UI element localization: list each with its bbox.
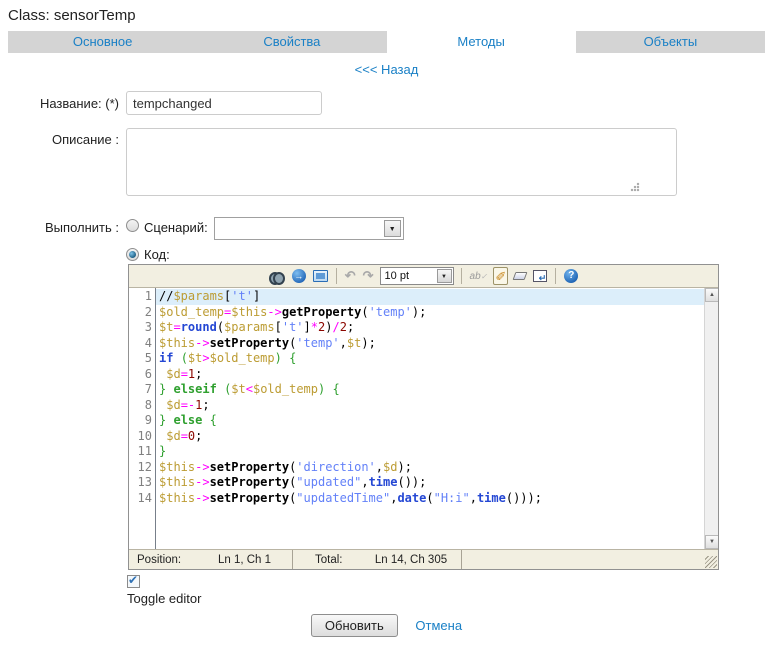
page: Class: sensorTemp ОсновноеСвойстваМетоды… xyxy=(0,0,773,653)
scroll-up-icon[interactable]: ▲ xyxy=(705,288,718,302)
line-number: 9 xyxy=(129,413,152,429)
line-number: 7 xyxy=(129,382,152,398)
highlight-icon[interactable]: ✐ xyxy=(493,267,508,285)
code-line[interactable]: $d=-1; xyxy=(159,398,718,414)
font-size-select[interactable]: 10 pt ▼ xyxy=(380,267,454,285)
code-line[interactable]: $d=1; xyxy=(159,367,718,383)
page-title: Class: sensorTemp xyxy=(8,7,136,24)
help-icon[interactable]: ? xyxy=(563,267,579,285)
total-label: Total: xyxy=(293,554,361,566)
line-number: 8 xyxy=(129,398,152,414)
code-line[interactable]: $t=round($params['t']*2)/2; xyxy=(159,320,718,336)
execute-label: Выполнить : xyxy=(0,217,126,240)
toolbar-separator xyxy=(336,268,337,284)
cancel-link[interactable]: Отмена xyxy=(415,618,462,633)
undo-icon[interactable]: ↶ xyxy=(344,267,357,285)
tab-3[interactable]: Методы xyxy=(387,31,576,53)
editor-toolbar: → ↶ ↷ 10 pt ▼ ab ✐ ? xyxy=(129,265,718,288)
description-textarea[interactable] xyxy=(126,128,677,196)
textarea-resize-grip[interactable] xyxy=(630,182,640,192)
font-size-dropdown-arrow-icon[interactable]: ▼ xyxy=(437,269,452,283)
toolbar-separator xyxy=(555,268,556,284)
code-lines[interactable]: //$params['t']$old_temp=$this->getProper… xyxy=(156,288,718,549)
redo-icon[interactable]: ↷ xyxy=(362,267,375,285)
code-editor: → ↶ ↷ 10 pt ▼ ab ✐ ? 1234567891011121314… xyxy=(128,264,719,570)
code-line[interactable]: } elseif ($t<$old_temp) { xyxy=(159,382,718,398)
spacer xyxy=(0,246,126,262)
back-link-row: <<< Назад xyxy=(0,62,773,77)
scenario-label: Сценарий: xyxy=(144,217,208,240)
scenario-select[interactable]: ▼ xyxy=(214,217,404,240)
code-line[interactable]: $this->setProperty('temp',$t); xyxy=(159,336,718,352)
code-line[interactable]: //$params['t'] xyxy=(156,289,718,305)
toggle-editor-label: Toggle editor xyxy=(127,591,201,606)
code-line[interactable]: if ($t>$old_temp) { xyxy=(159,351,718,367)
scenario-radio[interactable] xyxy=(126,219,139,232)
line-number: 4 xyxy=(129,336,152,352)
word-wrap-icon[interactable] xyxy=(532,267,548,285)
footer-actions: Обновить Отмена xyxy=(0,614,773,637)
back-link[interactable]: <<< Назад xyxy=(355,62,419,77)
update-button[interactable]: Обновить xyxy=(311,614,398,637)
code-line[interactable]: $this->setProperty("updated",time()); xyxy=(159,475,718,491)
tab-2[interactable]: Свойства xyxy=(197,31,386,53)
goto-line-icon[interactable]: → xyxy=(291,267,307,285)
editor-status-bar: Position: Ln 1, Ch 1 Total: Ln 14, Ch 30… xyxy=(129,549,718,569)
description-label: Описание : xyxy=(0,128,126,196)
total-value: Ln 14, Ch 305 xyxy=(361,554,461,566)
toolbar-separator xyxy=(461,268,462,284)
code-line[interactable]: $this->setProperty("updatedTime",date("H… xyxy=(159,491,718,507)
code-line[interactable]: } else { xyxy=(159,413,718,429)
name-input[interactable] xyxy=(126,91,322,115)
tab-bar: ОсновноеСвойстваМетодыОбъекты xyxy=(8,31,765,53)
fullscreen-icon[interactable] xyxy=(312,267,329,285)
code-line[interactable]: } xyxy=(159,444,718,460)
search-icon[interactable] xyxy=(268,267,286,285)
code-line[interactable]: $d=0; xyxy=(159,429,718,445)
select-dropdown-arrow-icon[interactable]: ▼ xyxy=(384,220,401,237)
spellcheck-icon[interactable]: ab xyxy=(469,267,489,285)
code-line[interactable]: $old_temp=$this->getProperty('temp'); xyxy=(159,305,718,321)
line-number: 13 xyxy=(129,475,152,491)
line-number: 5 xyxy=(129,351,152,367)
editor-resize-grip[interactable] xyxy=(705,556,717,568)
line-number: 14 xyxy=(129,491,152,507)
line-number: 12 xyxy=(129,460,152,476)
position-label: Position: xyxy=(129,554,197,566)
line-number: 1 xyxy=(129,289,152,305)
line-number: 10 xyxy=(129,429,152,445)
eraser-icon[interactable] xyxy=(513,267,527,285)
line-number: 2 xyxy=(129,305,152,321)
code-label: Код: xyxy=(144,246,170,262)
font-size-value: 10 pt xyxy=(385,270,409,282)
editor-scrollbar[interactable]: ▲ ▼ xyxy=(704,288,718,549)
toggle-editor-checkbox[interactable] xyxy=(127,575,140,588)
line-number: 6 xyxy=(129,367,152,383)
tab-1[interactable]: Основное xyxy=(8,31,197,53)
tab-4[interactable]: Объекты xyxy=(576,31,765,53)
line-number: 11 xyxy=(129,444,152,460)
line-number: 3 xyxy=(129,320,152,336)
code-radio[interactable] xyxy=(126,248,139,261)
editor-main: 1234567891011121314 //$params['t']$old_t… xyxy=(129,288,718,549)
name-label: Название: (*) xyxy=(0,91,126,115)
scroll-down-icon[interactable]: ▼ xyxy=(705,535,718,549)
code-line[interactable]: $this->setProperty('direction',$d); xyxy=(159,460,718,476)
line-numbers: 1234567891011121314 xyxy=(129,288,156,549)
position-value: Ln 1, Ch 1 xyxy=(197,554,292,566)
